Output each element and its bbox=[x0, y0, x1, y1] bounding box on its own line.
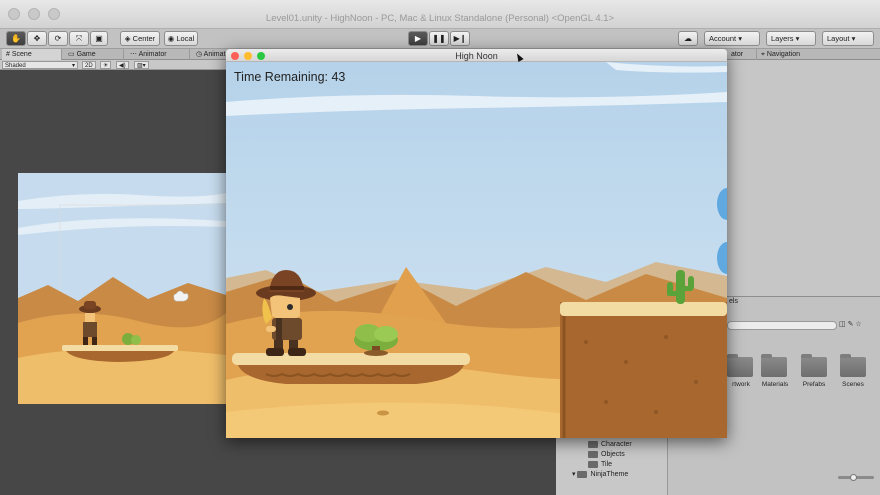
tab-navigation[interactable]: ⌖ Navigation bbox=[757, 49, 827, 60]
step-icon: ▶❙ bbox=[453, 34, 467, 43]
tree-item-objects[interactable]: Objects bbox=[588, 450, 625, 460]
dropdown-arrow-icon: ▾ bbox=[738, 34, 742, 43]
image-icon: ▨▾ bbox=[137, 63, 146, 69]
effects-toggle-button[interactable]: ▨▾ bbox=[134, 61, 149, 69]
game-player-window[interactable]: High Noon Time Remaining: 43 bbox=[226, 49, 727, 438]
sun-icon: ☀ bbox=[103, 63, 109, 69]
game-cliff-dirt bbox=[560, 302, 727, 438]
scale-icon: ⤧ bbox=[75, 34, 83, 43]
tab-inspector[interactable]: ator bbox=[727, 49, 757, 60]
inspector-panel bbox=[727, 60, 880, 296]
game-window-title-bar[interactable]: High Noon bbox=[226, 49, 727, 62]
expand-arrow-icon[interactable]: ▾ bbox=[572, 471, 576, 478]
audio-toggle-button[interactable]: ◀) bbox=[116, 61, 129, 69]
scene-tab-icon: # bbox=[6, 51, 10, 58]
icon-size-slider-handle[interactable] bbox=[850, 474, 857, 481]
folder-icon bbox=[588, 440, 598, 448]
scene-bush bbox=[131, 335, 141, 345]
folder-label: Materials bbox=[761, 381, 789, 388]
tab-game[interactable]: ▭ Game bbox=[64, 49, 124, 60]
rect-tool-button[interactable]: ▣ bbox=[90, 31, 108, 46]
play-icon: ▶ bbox=[414, 34, 422, 43]
scene-character-body bbox=[83, 322, 97, 337]
tree-item-character[interactable]: Character bbox=[588, 440, 632, 450]
folder-icon[interactable] bbox=[801, 354, 827, 377]
folder-icon bbox=[588, 450, 598, 458]
space-toggle-button[interactable]: ◉ Local bbox=[164, 31, 198, 46]
game-tab-icon: ▭ bbox=[68, 51, 75, 58]
cloud-button[interactable]: ☁ bbox=[678, 31, 698, 46]
favorite-star-icon[interactable]: ☆ bbox=[855, 321, 861, 328]
rotate-tool-button[interactable]: ⟳ bbox=[48, 31, 68, 46]
dropdown-arrow-icon: ▾ bbox=[71, 63, 75, 69]
time-remaining-label: Time Remaining: 43 bbox=[234, 70, 346, 84]
project-filter-icons[interactable]: ◫ ✎ ☆ bbox=[839, 320, 879, 331]
project-folder-tree: Character Objects Tile ▾ NinjaTheme bbox=[556, 438, 668, 495]
dropdown-arrow-icon: ▾ bbox=[795, 34, 800, 43]
scene-level-graphic bbox=[18, 173, 226, 404]
dropdown-arrow-icon: ▾ bbox=[851, 34, 856, 43]
animation-tab-icon: ◷ bbox=[196, 51, 203, 58]
navigation-tab-icon: ⌖ bbox=[761, 51, 765, 58]
tab-animator[interactable]: ⋯ Animator bbox=[126, 49, 190, 60]
folder-icon[interactable] bbox=[761, 354, 787, 377]
tree-item-tile[interactable]: Tile bbox=[588, 460, 612, 470]
move-icon: ✥ bbox=[33, 34, 41, 43]
pivot-toggle-button[interactable]: ◈ Center bbox=[120, 31, 160, 46]
animator-tab-icon: ⋯ bbox=[130, 51, 137, 58]
tab-scene[interactable]: # Scene bbox=[2, 49, 62, 60]
folder-icon[interactable] bbox=[727, 354, 753, 377]
scale-tool-button[interactable]: ⤧ bbox=[69, 31, 89, 46]
layout-dropdown[interactable]: Layout ▾ bbox=[822, 31, 874, 46]
game-platform-dirt bbox=[238, 365, 464, 384]
unity-toolbar: ✋ ✥ ⟳ ⤧ ▣ ◈ Center ◉ Local ▶ ❚❚ ▶❙ ☁ Acc… bbox=[0, 29, 880, 49]
cloud-icon: ☁ bbox=[684, 34, 692, 43]
toggle-2d-button[interactable]: 2D bbox=[82, 61, 96, 69]
move-tool-button[interactable]: ✥ bbox=[27, 31, 47, 46]
scene-view-toolbar: Shaded ▾ 2D ☀ ◀) ▨▾ bbox=[0, 60, 226, 70]
game-scene-graphic bbox=[226, 62, 727, 438]
filter-by-label-icon[interactable]: ✎ bbox=[848, 321, 854, 328]
shading-mode-dropdown[interactable]: Shaded ▾ bbox=[2, 61, 78, 69]
speaker-icon: ◀) bbox=[119, 63, 126, 69]
layers-dropdown[interactable]: Layers ▾ bbox=[766, 31, 816, 46]
hand-icon: ✋ bbox=[11, 34, 21, 43]
filter-by-type-icon[interactable]: ◫ bbox=[839, 321, 846, 328]
tree-item-ninjatheme[interactable]: ▾ NinjaTheme bbox=[572, 470, 628, 480]
tab-animation[interactable]: ◷ Animat bbox=[192, 49, 226, 60]
scene-level-preview[interactable] bbox=[18, 173, 226, 404]
folder-icon bbox=[577, 470, 588, 478]
step-button[interactable]: ▶❙ bbox=[450, 31, 470, 46]
globe-icon: ◉ bbox=[167, 34, 175, 43]
folder-icon bbox=[588, 460, 598, 468]
game-cliff-top bbox=[560, 302, 727, 316]
lighting-toggle-button[interactable]: ☀ bbox=[100, 61, 112, 69]
scene-character-leg bbox=[83, 337, 88, 345]
scene-character-face bbox=[85, 313, 95, 322]
scene-view-canvas-lower[interactable] bbox=[226, 438, 556, 495]
play-button[interactable]: ▶ bbox=[408, 31, 428, 46]
folder-label: Prefabs bbox=[802, 381, 826, 388]
pivot-icon: ◈ bbox=[124, 34, 131, 43]
project-search-input[interactable] bbox=[727, 321, 837, 330]
scene-platform-top bbox=[62, 345, 178, 351]
window-title: Level01.unity - HighNoon - PC, Mac & Lin… bbox=[265, 13, 615, 24]
scene-character-hat bbox=[84, 301, 96, 309]
game-window-title: High Noon bbox=[455, 51, 498, 61]
folder-icon[interactable] bbox=[840, 354, 866, 377]
game-sand-pebble bbox=[377, 410, 389, 416]
folder-label: Scenes bbox=[842, 381, 864, 388]
scene-character-leg bbox=[92, 337, 97, 345]
hand-tool-button[interactable]: ✋ bbox=[6, 31, 26, 46]
rotate-icon: ⟳ bbox=[54, 34, 62, 43]
pause-button[interactable]: ❚❚ bbox=[429, 31, 449, 46]
account-dropdown[interactable]: Account ▾ bbox=[704, 31, 760, 46]
rect-tool-icon: ▣ bbox=[95, 34, 103, 43]
app-title-bar: Level01.unity - HighNoon - PC, Mac & Lin… bbox=[0, 0, 880, 29]
project-asset-area bbox=[668, 438, 880, 495]
pause-icon: ❚❚ bbox=[432, 34, 446, 43]
project-header-label: els bbox=[729, 298, 738, 305]
